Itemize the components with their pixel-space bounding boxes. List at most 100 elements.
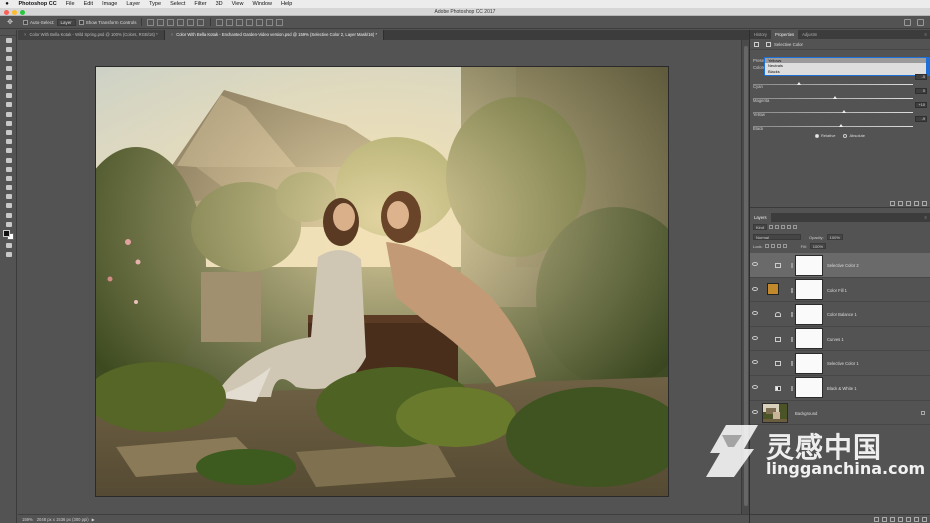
menu-edit[interactable]: Edit <box>79 0 97 8</box>
distribute-top-icon[interactable] <box>216 18 224 26</box>
eye-icon[interactable] <box>752 335 758 340</box>
transform-controls-checkbox[interactable] <box>78 19 84 25</box>
document-image[interactable] <box>96 67 668 496</box>
link-icon[interactable] <box>791 385 793 391</box>
clone-stamp-tool-icon[interactable] <box>0 110 17 119</box>
layer-mask-thumb[interactable] <box>795 352 823 374</box>
scroll-thumb[interactable] <box>744 46 748 506</box>
distribute-left-icon[interactable] <box>246 18 254 26</box>
menu-image[interactable]: Image <box>98 0 122 8</box>
blur-tool-icon[interactable] <box>0 146 17 155</box>
distribute-hcenter-icon[interactable] <box>256 18 264 26</box>
link-layers-icon[interactable] <box>874 516 879 522</box>
colors-dropdown[interactable]: Yellows Neutrals Blacks <box>764 57 930 76</box>
lasso-tool-icon[interactable] <box>0 54 17 63</box>
fill-field[interactable]: 100% <box>809 243 827 249</box>
color-swatches[interactable] <box>0 229 17 241</box>
vertical-scrollbar[interactable] <box>741 40 749 514</box>
black-value[interactable]: -9 <box>915 116 927 122</box>
search-icon[interactable] <box>904 19 911 26</box>
clip-to-layer-icon[interactable] <box>890 201 895 206</box>
magenta-knob[interactable] <box>832 96 837 99</box>
rectangle-tool-icon[interactable] <box>0 192 17 201</box>
path-select-tool-icon[interactable] <box>0 183 17 192</box>
align-hcenter-icon[interactable] <box>187 18 195 26</box>
new-adjustment-icon[interactable] <box>898 516 903 522</box>
menu-view[interactable]: View <box>227 0 248 8</box>
status-menu-arrow-icon[interactable]: ▶ <box>92 517 95 522</box>
opacity-field[interactable]: 100% <box>826 234 843 240</box>
filter-smart-object-icon[interactable] <box>793 225 798 229</box>
link-icon[interactable] <box>791 312 793 318</box>
new-group-icon[interactable] <box>906 516 911 522</box>
layer-background[interactable]: Background <box>750 401 930 426</box>
panel-menu-icon[interactable]: ≡ <box>925 30 927 39</box>
yellow-value[interactable]: +10 <box>915 102 927 108</box>
eye-icon[interactable] <box>752 311 758 316</box>
radio-absolute[interactable]: Absolute <box>843 133 865 138</box>
link-icon[interactable] <box>791 287 793 293</box>
quick-select-tool-icon[interactable] <box>0 64 17 73</box>
layer-mask-thumb[interactable] <box>795 377 823 399</box>
eye-icon[interactable] <box>752 262 758 266</box>
menu-app[interactable]: Photoshop CC <box>14 0 61 8</box>
close-tab-icon[interactable]: × <box>171 32 173 37</box>
eye-icon[interactable] <box>752 360 758 365</box>
cyan-knob[interactable] <box>797 82 802 85</box>
pen-tool-icon[interactable] <box>0 165 17 174</box>
layer-mask-thumb[interactable] <box>795 254 823 276</box>
tab-history[interactable]: History <box>750 30 771 39</box>
auto-align-icon[interactable] <box>276 18 284 26</box>
distribute-right-icon[interactable] <box>266 18 274 26</box>
mask-icon[interactable] <box>766 41 771 47</box>
photo-thumb[interactable] <box>762 402 788 423</box>
type-tool-icon[interactable] <box>0 174 17 183</box>
apple-icon[interactable]: ● <box>0 1 14 7</box>
layer-mask-thumb[interactable] <box>795 328 823 350</box>
trash-icon[interactable] <box>922 201 927 206</box>
align-left-icon[interactable] <box>177 18 185 26</box>
eye-icon[interactable] <box>752 384 758 389</box>
close-tab-icon[interactable]: × <box>24 32 26 37</box>
lock-pixels-icon[interactable] <box>764 244 769 248</box>
filter-type-icon[interactable] <box>781 225 786 229</box>
fx-icon[interactable] <box>882 516 887 522</box>
align-top-icon[interactable] <box>147 18 155 26</box>
eyedropper-tool-icon[interactable] <box>0 82 17 91</box>
layer-color-fill-1[interactable]: Color Fill 1 <box>750 278 930 303</box>
gradient-tool-icon[interactable] <box>0 137 17 146</box>
tab-adjustments[interactable]: Adjustm <box>798 30 821 39</box>
tab-layers[interactable]: Layers <box>750 213 771 222</box>
auto-select-dropdown[interactable]: Layer <box>56 18 76 26</box>
layer-curves-1[interactable]: Curves 1 <box>750 327 930 352</box>
cyan-value[interactable]: -5 <box>915 74 927 80</box>
radio-relative[interactable]: Relative <box>815 133 835 138</box>
align-vcenter-icon[interactable] <box>157 18 165 26</box>
menu-file[interactable]: File <box>61 0 79 8</box>
auto-select-checkbox[interactable] <box>23 19 28 25</box>
menu-type[interactable]: Type <box>145 0 166 8</box>
black-knob[interactable] <box>839 124 843 127</box>
link-icon[interactable] <box>791 263 793 268</box>
move-tool-preset-icon[interactable]: ✥ <box>0 17 20 28</box>
dropdown-scrollbar[interactable] <box>926 58 929 75</box>
delete-layer-icon[interactable] <box>922 516 927 522</box>
more-tools-icon[interactable] <box>0 220 17 229</box>
visibility-icon[interactable] <box>914 201 919 206</box>
color-fill-icon[interactable] <box>767 282 779 295</box>
canvas-area[interactable] <box>18 40 741 514</box>
workspace-icon[interactable] <box>917 19 924 26</box>
filter-pixel-icon[interactable] <box>769 225 774 229</box>
option-blacks[interactable]: Blacks <box>765 69 929 74</box>
healing-brush-tool-icon[interactable] <box>0 91 17 100</box>
tab-properties[interactable]: Properties <box>771 30 799 39</box>
menu-help[interactable]: Help <box>277 0 297 8</box>
layer-black-white-1[interactable]: Black & White 1 <box>750 376 930 401</box>
layer-color-balance-1[interactable]: Color Balance 1 <box>750 302 930 327</box>
link-icon[interactable] <box>791 361 793 367</box>
filter-shape-icon[interactable] <box>787 225 792 229</box>
eye-icon[interactable] <box>752 286 758 291</box>
filter-adjustment-icon[interactable] <box>775 225 780 229</box>
menu-filter[interactable]: Filter <box>190 0 211 8</box>
add-mask-icon[interactable] <box>890 516 895 522</box>
